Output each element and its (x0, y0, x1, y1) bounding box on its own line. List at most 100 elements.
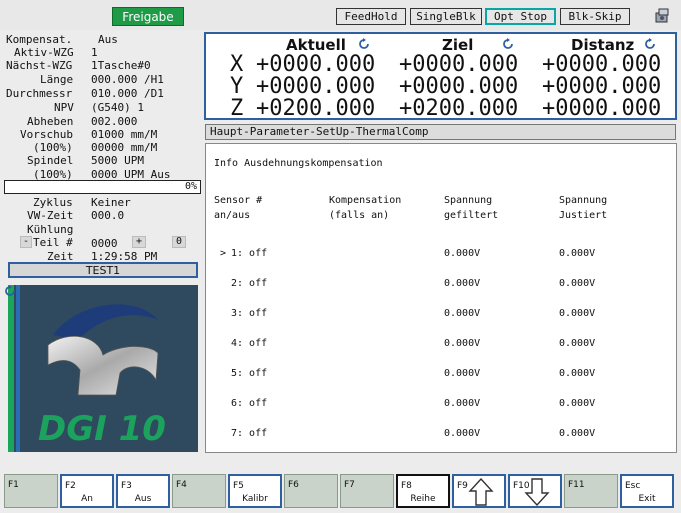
axis-z-aktuell[interactable]: +0200.000 (256, 98, 375, 120)
kompensat-label: Kompensat. (6, 33, 73, 46)
fkey-code: F9 (457, 481, 468, 491)
abheben-label: Abheben (27, 115, 74, 128)
axis-y-distanz: +0000.000 (542, 74, 662, 99)
spannung-justiert: 0.000V (559, 368, 596, 379)
col-header-spannung-gefiltert: Spannung (444, 195, 493, 206)
axis-z-distanz: +0000.000 (542, 96, 662, 121)
f9-up-key[interactable]: F9 (452, 474, 506, 508)
axis-y-aktuell[interactable]: +0000.000 (256, 76, 375, 98)
feedhold-button[interactable]: FeedHold (336, 8, 406, 25)
col-header-sensor: Sensor # (214, 195, 263, 206)
machine-icon[interactable] (654, 8, 670, 24)
program-name[interactable]: TEST1 (8, 262, 198, 278)
esc-exit-key[interactable]: Esc Exit (620, 474, 674, 508)
spannung-gefiltert: 0.000V (444, 338, 481, 349)
spannung-justiert: 0.000V (559, 338, 596, 349)
spannung-justiert: 0.000V (559, 398, 596, 409)
spannung-justiert: 0.000V (559, 308, 596, 319)
thermal-comp-panel: Info Ausdehnungskompensation Sensor # an… (205, 143, 677, 453)
progress-text: 0% (184, 181, 197, 192)
f7-key[interactable]: F7 (340, 474, 394, 508)
row-selection-marker: > (220, 248, 227, 259)
teil-minus-button[interactable]: - (20, 236, 32, 248)
sensor-status: 1: off (231, 248, 268, 259)
sensor-status: 4: off (231, 338, 268, 349)
fkey-label: Kalibr (242, 494, 268, 504)
sensor-status: 6: off (231, 398, 268, 409)
spannung-gefiltert: 0.000V (444, 428, 481, 439)
table-row[interactable]: 6: off 0.000V 0.000V (206, 398, 676, 412)
spindel-label: Spindel (27, 154, 74, 167)
durchmessr-label: Durchmessr (6, 87, 73, 100)
teil-label: Teil # (33, 236, 73, 249)
col-header-kompensation: Kompensation (329, 195, 402, 206)
aktuell-refresh-icon[interactable] (358, 38, 370, 50)
sensor-status: 2: off (231, 278, 268, 289)
axis-z-label: Z (230, 96, 244, 121)
f1-key[interactable]: F1 (4, 474, 58, 508)
vw-zeit-value: 000.0 (91, 209, 125, 222)
aktiv-wzg-value: 1 (91, 46, 98, 59)
aktiv-wzg-label: Aktiv-WZG (14, 46, 74, 59)
teil-plus-button[interactable]: + (132, 236, 146, 248)
spannung-justiert: 0.000V (559, 278, 596, 289)
f6-key[interactable]: F6 (284, 474, 338, 508)
zyklus-value: Keiner (91, 196, 131, 209)
abheben-value: 002.000 (91, 115, 138, 128)
f11-key[interactable]: F11 (564, 474, 618, 508)
vorschub-value: 01000 mm/M (91, 128, 158, 141)
axis-x-distanz: +0000.000 (542, 52, 662, 77)
f8-reihe-key[interactable]: F8 Reihe (396, 474, 450, 508)
logo-text: DGI 10 (38, 409, 166, 449)
durchmessr-value: 010.000 /D1 (91, 87, 164, 100)
vorschub-label: Vorschub (20, 128, 73, 141)
zyklus-label: Zyklus (33, 196, 73, 209)
ziel-refresh-icon[interactable] (502, 38, 514, 50)
spannung-gefiltert: 0.000V (444, 308, 481, 319)
spannung-gefiltert: 0.000V (444, 248, 481, 259)
f2-an-key[interactable]: F2 An (60, 474, 114, 508)
opt-stop-button[interactable]: Opt Stop (485, 8, 556, 25)
position-display: Aktuell Ziel Distanz X +0000.000 +0000.0… (204, 32, 677, 120)
sensor-status: 3: off (231, 308, 268, 319)
distanz-refresh-icon[interactable] (644, 38, 656, 50)
page-title: Haupt-Parameter-SetUp-ThermalComp (205, 124, 676, 140)
logo-image: DGI 10 (8, 285, 198, 452)
axis-x-aktuell[interactable]: +0000.000 (256, 54, 375, 76)
dgi-logo-icon: DGI 10 (8, 285, 166, 452)
spindel-value: 5000 UPM (91, 154, 144, 167)
table-row[interactable]: > 1: off 0.000V 0.000V (206, 248, 676, 262)
fkey-code: F8 (401, 481, 412, 491)
teil-reset-button[interactable]: 0 (172, 236, 186, 248)
f3-aus-key[interactable]: F3 Aus (116, 474, 170, 508)
freigabe-button[interactable]: Freigabe (112, 7, 184, 26)
vorschub-override-value: 00000 mm/M (91, 141, 158, 154)
naechst-wzg-label: Nächst-WZG (6, 59, 73, 72)
table-row[interactable]: 3: off 0.000V 0.000V (206, 308, 676, 322)
fkey-code: F6 (288, 480, 299, 490)
vw-zeit-label: VW-Zeit (27, 209, 74, 222)
blk-skip-button[interactable]: Blk-Skip (560, 8, 630, 25)
fkey-code: Esc (625, 481, 641, 491)
axis-x-label: X (230, 52, 244, 77)
f4-key[interactable]: F4 (172, 474, 226, 508)
spannung-gefiltert: 0.000V (444, 398, 481, 409)
table-row[interactable]: 4: off 0.000V 0.000V (206, 338, 676, 352)
spannung-gefiltert: 0.000V (444, 278, 481, 289)
spannung-justiert: 0.000V (559, 428, 596, 439)
table-row[interactable]: 2: off 0.000V 0.000V (206, 278, 676, 292)
f5-kalibr-key[interactable]: F5 Kalibr (228, 474, 282, 508)
kuehlung-label: Kühlung (27, 223, 74, 236)
refresh-icon[interactable] (4, 285, 16, 297)
table-row[interactable]: 5: off 0.000V 0.000V (206, 368, 676, 382)
table-row[interactable]: 7: off 0.000V 0.000V (206, 428, 676, 442)
f10-down-key[interactable]: F10 (508, 474, 562, 508)
laenge-label: Länge (40, 73, 74, 86)
fkey-code: F3 (121, 481, 132, 491)
singleblk-button[interactable]: SingleBlk (410, 8, 482, 25)
fkey-code: F7 (344, 480, 355, 490)
axis-x-ziel: +0000.000 (399, 52, 519, 77)
axis-y-ziel: +0000.000 (399, 74, 519, 99)
sensor-status: 5: off (231, 368, 268, 379)
laenge-value: 000.000 /H1 (91, 73, 164, 86)
